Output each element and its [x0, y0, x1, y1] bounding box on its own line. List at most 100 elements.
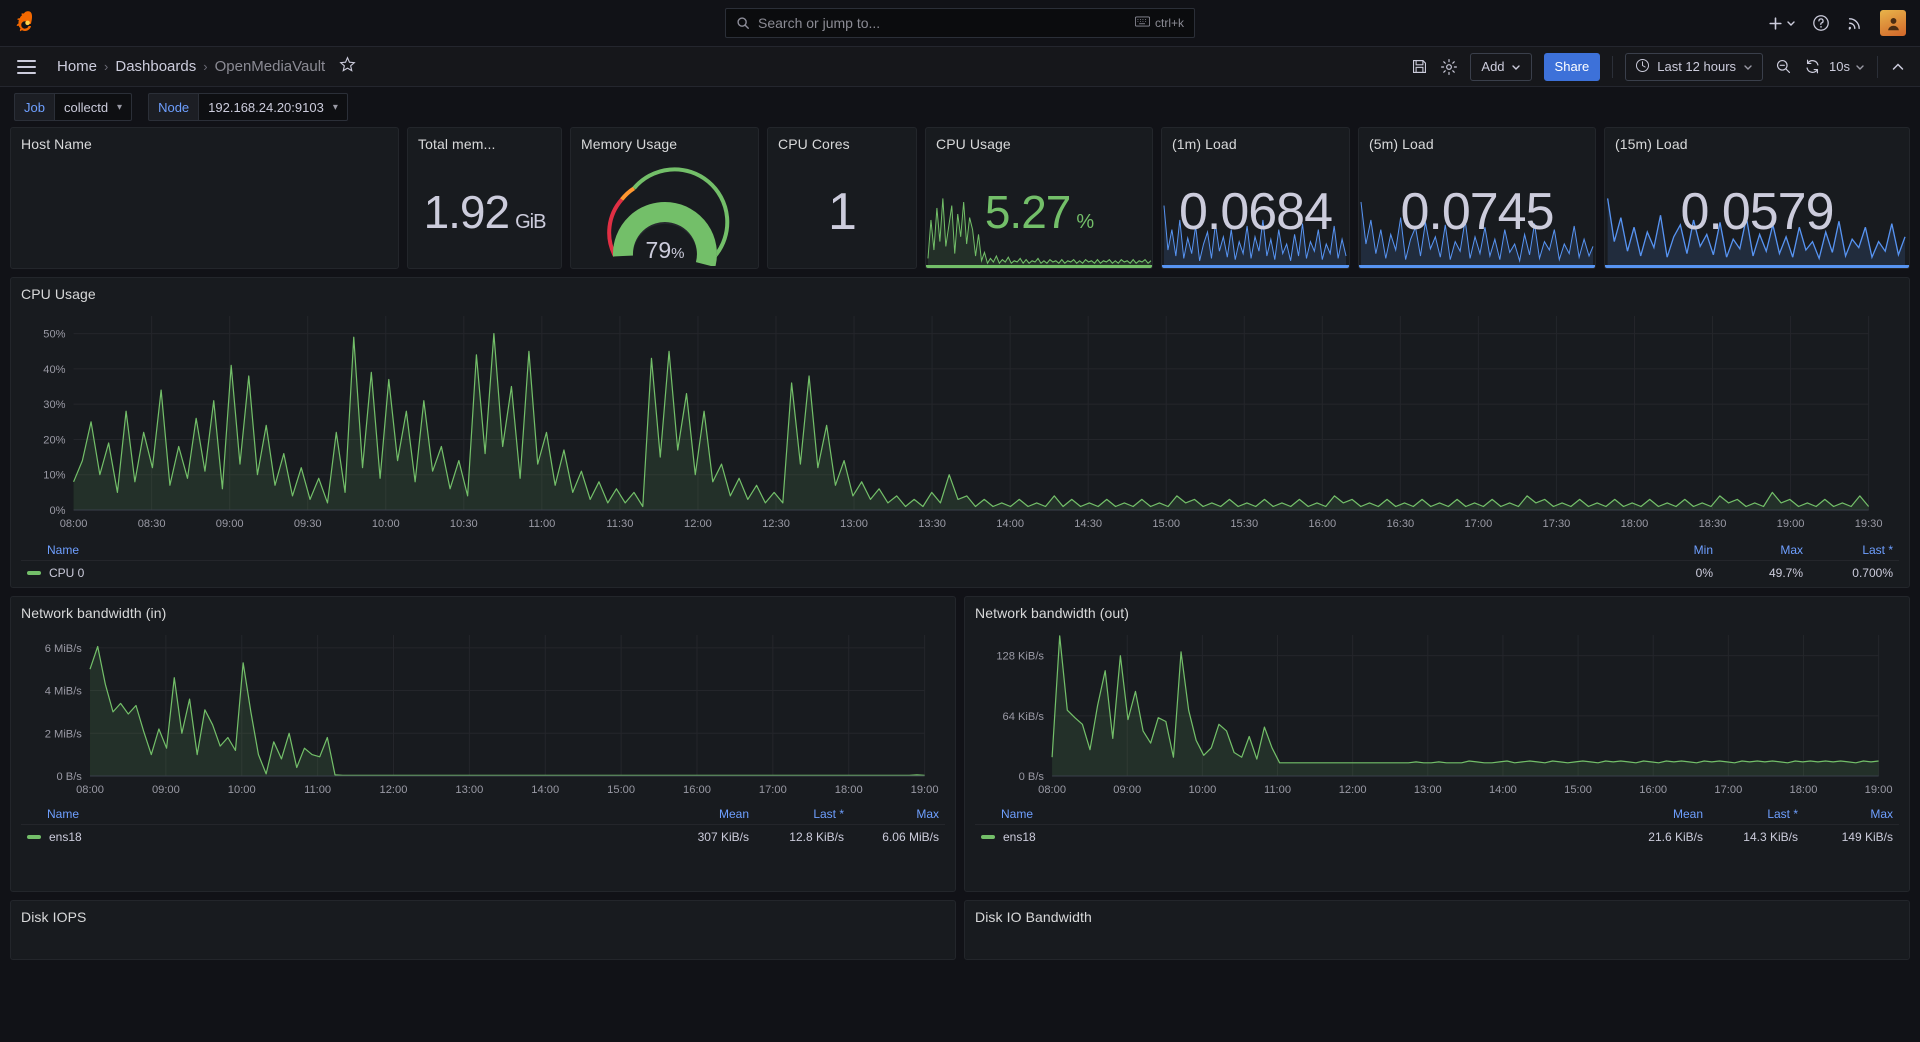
breadcrumb-separator: › — [104, 59, 109, 74]
refresh-interval-label: 10s — [1829, 59, 1850, 74]
network-in-legend: Name Mean Last * Max ens18 307 KiB/s 12.… — [11, 804, 955, 855]
table-row[interactable]: ens18 307 KiB/s 12.8 KiB/s 6.06 MiB/s — [21, 825, 945, 850]
legend-series-name-cell[interactable]: ens18 — [21, 825, 660, 849]
panel-host-name[interactable]: Host Name — [10, 127, 399, 269]
panel-accent-bar — [1359, 265, 1595, 268]
toolbar-divider — [1612, 55, 1614, 78]
zoom-out-icon[interactable] — [1775, 58, 1792, 75]
legend-series-name-cell[interactable]: CPU 0 — [21, 561, 1629, 585]
stat-value: 0.0745 — [1400, 183, 1554, 241]
stat-value-container: 1 — [768, 156, 916, 268]
panel-load-1m[interactable]: (1m) Load 0.0684 — [1161, 127, 1350, 269]
help-circle-icon[interactable] — [1812, 14, 1830, 32]
series-color-swatch — [981, 835, 995, 839]
panel-cpu-cores[interactable]: CPU Cores 1 — [767, 127, 917, 269]
stat-row: Host Name Total mem... 1.92 GiB Memory U… — [10, 127, 1910, 269]
panel-cpu-usage-stat[interactable]: CPU Usage 5.27 % — [925, 127, 1153, 269]
svg-text:12:30: 12:30 — [762, 518, 790, 530]
svg-text:16:30: 16:30 — [1386, 518, 1414, 530]
panel-disk-io-bandwidth[interactable]: Disk IO Bandwidth — [964, 900, 1910, 960]
svg-text:15:00: 15:00 — [607, 784, 635, 796]
top-navigation-bar: Search or jump to... ctrl+k — [0, 0, 1920, 47]
variable-job-select[interactable]: collectd ▾ — [53, 93, 133, 121]
time-range-picker[interactable]: Last 12 hours — [1625, 52, 1764, 81]
panel-title: (15m) Load — [1615, 136, 1688, 152]
breadcrumb-separator: › — [203, 59, 208, 74]
svg-text:11:30: 11:30 — [606, 518, 633, 530]
panel-load-15m[interactable]: (15m) Load 0.0579 — [1604, 127, 1910, 269]
stat-value: 1.92 GiB — [424, 189, 547, 235]
svg-text:16:00: 16:00 — [683, 784, 711, 796]
legend-col-mean[interactable]: Mean — [1614, 804, 1709, 825]
panel-cpu-usage-graph[interactable]: CPU Usage 0% 10% 20% 30% 40% 50% 08:00 08:30 09:… — [10, 277, 1910, 588]
stat-value: 1 — [828, 183, 857, 241]
legend-col-mean[interactable]: Mean — [660, 804, 755, 825]
svg-text:0 B/s: 0 B/s — [1019, 771, 1045, 783]
svg-text:14:00: 14:00 — [531, 784, 559, 796]
legend-col-last[interactable]: Last * — [755, 804, 850, 825]
svg-text:30%: 30% — [43, 399, 65, 411]
legend-col-name[interactable]: Name — [21, 540, 1629, 561]
variable-node-select[interactable]: 192.168.24.20:9103 ▾ — [198, 93, 348, 121]
toolbar-divider — [1877, 55, 1878, 78]
variable-node-value: 192.168.24.20:9103 — [208, 99, 324, 115]
svg-text:13:00: 13:00 — [1414, 784, 1442, 796]
legend-col-max[interactable]: Max — [850, 804, 945, 825]
panel-title: CPU Usage — [936, 136, 1011, 152]
legend-header-row: Name Mean Last * Max — [21, 804, 945, 825]
gauge-unit: % — [671, 245, 684, 262]
legend-col-max[interactable]: Max — [1719, 540, 1809, 561]
svg-text:08:00: 08:00 — [60, 518, 88, 530]
panel-memory-usage[interactable]: Memory Usage 79% — [570, 127, 759, 269]
legend-header-row: Name Min Max Last * — [21, 540, 1899, 561]
table-row[interactable]: ens18 21.6 KiB/s 14.3 KiB/s 149 KiB/s — [975, 825, 1899, 850]
network-row: Network bandwidth (in) 0 B/s 2 MiB/s 4 MiB… — [10, 596, 1910, 892]
stat-value-container: 0.0745 — [1359, 156, 1595, 268]
svg-text:10:00: 10:00 — [372, 518, 400, 530]
legend-series-name-cell[interactable]: ens18 — [975, 825, 1614, 849]
hamburger-menu-icon[interactable] — [14, 57, 39, 77]
stat-unit: % — [1076, 211, 1094, 233]
legend-value-mean: 21.6 KiB/s — [1648, 830, 1703, 844]
star-outline-icon[interactable] — [339, 55, 356, 78]
svg-text:15:00: 15:00 — [1152, 518, 1180, 530]
svg-text:17:00: 17:00 — [1465, 518, 1493, 530]
panel-title: Memory Usage — [581, 136, 678, 152]
chevron-down-icon: ▾ — [332, 101, 338, 113]
breadcrumb-item-dashboards[interactable]: Dashboards — [115, 58, 196, 75]
panel-disk-iops[interactable]: Disk IOPS — [10, 900, 956, 960]
breadcrumb-item-openmediavault[interactable]: OpenMediaVault — [215, 58, 326, 75]
legend-col-min[interactable]: Min — [1629, 540, 1719, 561]
user-avatar[interactable] — [1880, 10, 1906, 36]
breadcrumb: Home › Dashboards › OpenMediaVault — [57, 58, 325, 75]
refresh-interval-picker[interactable]: 10s — [1829, 59, 1865, 74]
refresh-icon[interactable] — [1804, 58, 1821, 75]
add-button[interactable]: Add — [1470, 52, 1532, 81]
grafana-logo-icon[interactable] — [14, 9, 42, 37]
save-disk-icon[interactable] — [1411, 58, 1428, 75]
share-button[interactable]: Share — [1543, 52, 1601, 81]
keyboard-icon — [1134, 16, 1150, 30]
clock-icon — [1635, 58, 1650, 76]
stat-value: 5.27 % — [985, 189, 1094, 235]
gear-icon[interactable] — [1440, 58, 1458, 76]
panel-network-out[interactable]: Network bandwidth (out) 0 B/s 64 KiB/s 128… — [964, 596, 1910, 892]
chevron-up-icon[interactable] — [1890, 59, 1906, 75]
new-button[interactable] — [1767, 15, 1796, 32]
rss-icon[interactable] — [1846, 14, 1864, 32]
breadcrumb-item-home[interactable]: Home — [57, 58, 97, 75]
panel-load-5m[interactable]: (5m) Load 0.0745 — [1358, 127, 1596, 269]
legend-col-max[interactable]: Max — [1804, 804, 1899, 825]
legend-col-last[interactable]: Last * — [1709, 804, 1804, 825]
panel-network-in[interactable]: Network bandwidth (in) 0 B/s 2 MiB/s 4 MiB… — [10, 596, 956, 892]
legend-col-name[interactable]: Name — [21, 804, 660, 825]
legend-col-last[interactable]: Last * — [1809, 540, 1899, 561]
panel-title: (1m) Load — [1172, 136, 1237, 152]
search-placeholder: Search or jump to... — [758, 15, 881, 31]
table-row[interactable]: CPU 0 0% 49.7% 0.700% — [21, 561, 1899, 586]
chevron-down-icon — [1856, 64, 1864, 70]
legend-col-name[interactable]: Name — [975, 804, 1614, 825]
search-input[interactable]: Search or jump to... ctrl+k — [725, 8, 1195, 38]
panel-total-memory[interactable]: Total mem... 1.92 GiB — [407, 127, 562, 269]
chevron-down-icon: ▾ — [117, 101, 123, 113]
